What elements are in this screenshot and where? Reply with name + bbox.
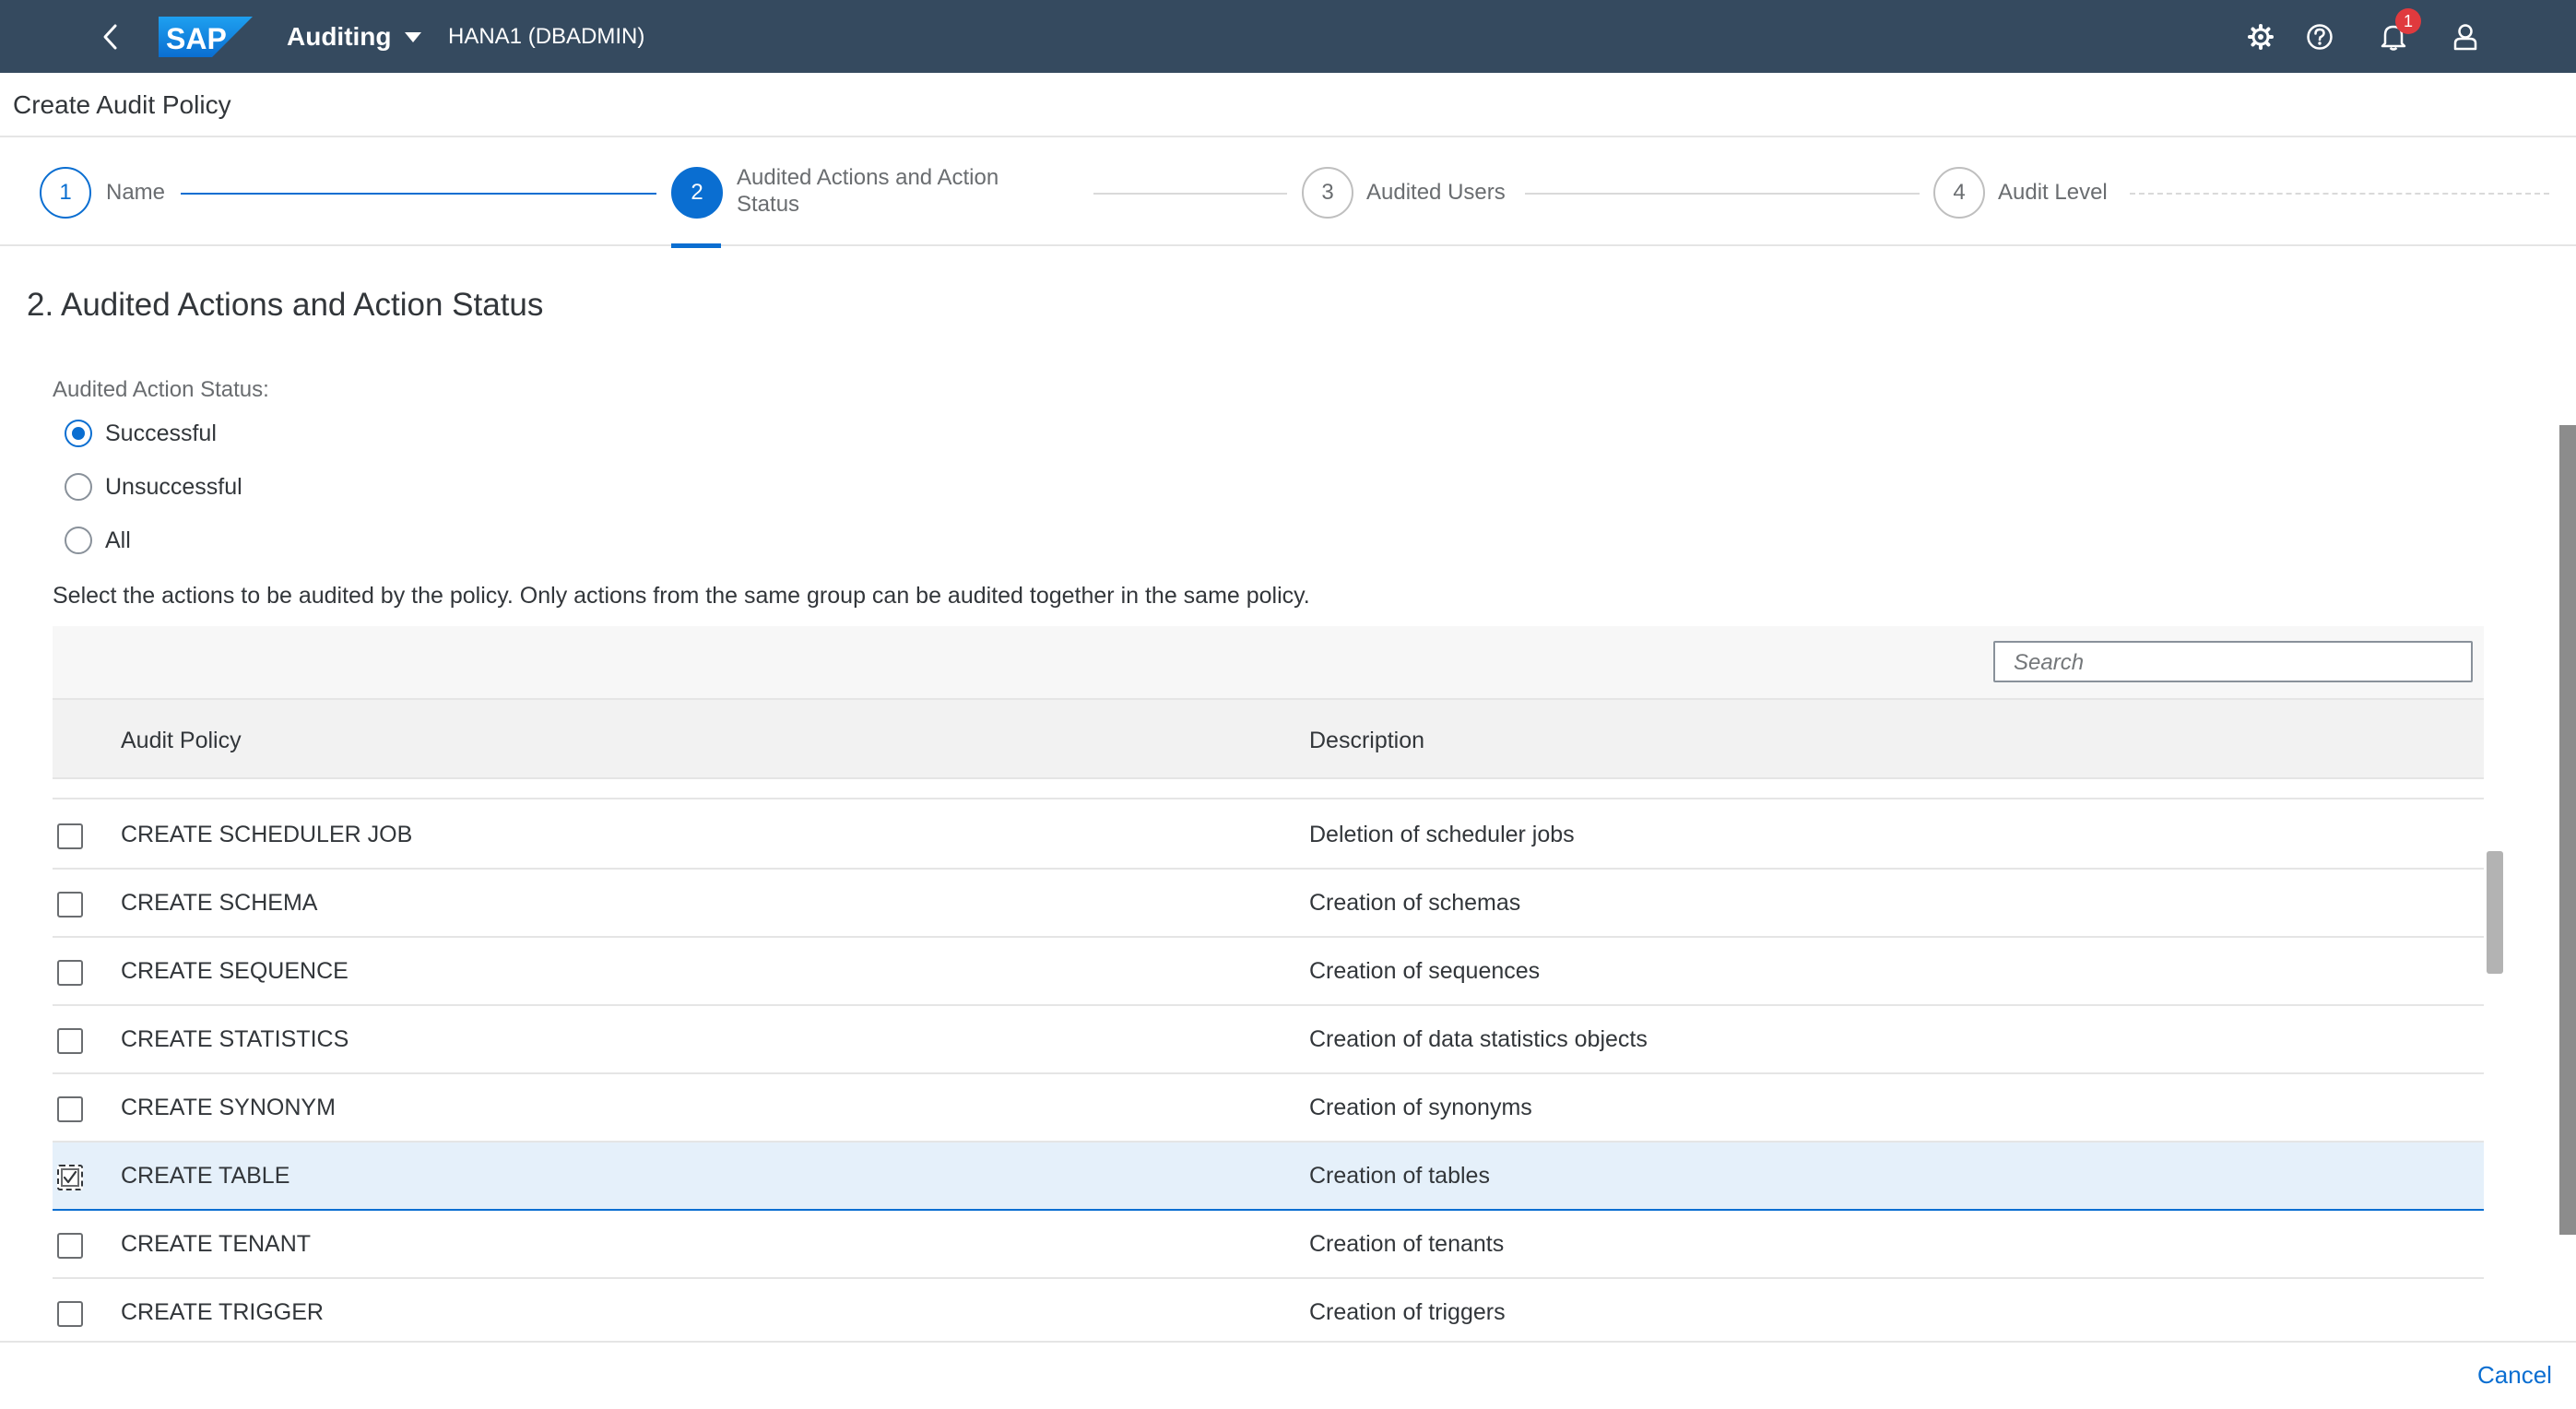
table-row-partial[interactable]	[53, 779, 2484, 799]
audit-policy-name: CREATE TENANT	[121, 1231, 312, 1257]
row-checkbox[interactable]	[57, 1096, 83, 1122]
section-title: 2. Audited Actions and Action Status	[27, 287, 544, 323]
row-checkbox[interactable]	[57, 892, 83, 918]
wizard-connector	[1525, 193, 1920, 195]
help-icon[interactable]	[2299, 17, 2340, 57]
audit-policy-name: CREATE SCHEMA	[121, 890, 318, 916]
notification-count-badge: 1	[2395, 8, 2421, 34]
row-checkbox[interactable]	[57, 1233, 83, 1259]
audit-policy-name: CREATE STATISTICS	[121, 1026, 349, 1052]
table-row[interactable]: CREATE SCHEMA Creation of schemas	[53, 870, 2484, 938]
wizard-step-3: 3	[1302, 167, 1353, 219]
radio-button[interactable]	[65, 527, 92, 554]
table-header: Audit Policy Description	[53, 698, 2484, 779]
shell-bar: SAP Auditing HANA1 (DBADMIN) 1	[0, 0, 2576, 73]
sap-logo[interactable]: SAP	[159, 17, 253, 57]
table-row[interactable]: CREATE SCHEDULER JOB Deletion of schedul…	[53, 801, 2484, 870]
settings-icon[interactable]	[2240, 17, 2281, 57]
row-checkbox[interactable]	[57, 960, 83, 986]
table-row[interactable]: CREATE TENANT Creation of tenants	[53, 1211, 2484, 1279]
back-icon[interactable]	[96, 20, 125, 53]
wizard-step-2[interactable]: 2	[671, 167, 723, 219]
audit-policy-name: CREATE TABLE	[121, 1163, 290, 1189]
radio-successful[interactable]: Successful	[65, 415, 217, 452]
row-checkbox[interactable]	[57, 1028, 83, 1054]
instruction-text: Select the actions to be audited by the …	[53, 583, 1310, 609]
wizard-step-4: 4	[1933, 167, 1985, 219]
table-row[interactable]: CREATE SEQUENCE Creation of sequences	[53, 938, 2484, 1006]
search-input[interactable]: Search	[1993, 641, 2473, 682]
wizard-step-2-label-line1: Audited Actions and Action	[737, 165, 999, 190]
table-row[interactable]: CREATE STATISTICS Creation of data stati…	[53, 1006, 2484, 1074]
wizard-connector	[1093, 193, 1287, 195]
checkmark-icon	[63, 1170, 77, 1184]
audit-policy-name: CREATE SEQUENCE	[121, 958, 349, 984]
wizard-step-2-label-line2: Status	[737, 192, 800, 217]
table-row[interactable]: CREATE SYNONYM Creation of synonyms	[53, 1074, 2484, 1143]
column-header-audit-policy[interactable]: Audit Policy	[121, 728, 242, 754]
page-header: Create Audit Policy	[0, 73, 2576, 137]
audit-policy-description: Creation of tables	[1309, 1163, 1490, 1189]
page-title: Create Audit Policy	[13, 90, 231, 119]
app-title: Auditing	[287, 22, 392, 51]
audit-policy-name: CREATE SCHEDULER JOB	[121, 822, 413, 847]
wizard-step-2-label: Audited Actions and Action Status	[737, 164, 998, 218]
user-icon[interactable]	[2445, 17, 2486, 57]
radio-unsuccessful[interactable]: Unsuccessful	[65, 468, 242, 505]
audit-policy-description: Creation of schemas	[1309, 890, 1521, 916]
wizard-connector	[2130, 193, 2549, 195]
wizard-step-1-label: Name	[106, 180, 166, 205]
column-header-description[interactable]: Description	[1309, 728, 1424, 754]
app-title-menu[interactable]: Auditing	[287, 18, 421, 55]
action-status-label: Audited Action Status:	[53, 377, 269, 402]
row-checkbox[interactable]	[57, 1301, 83, 1327]
audit-policy-description: Creation of synonyms	[1309, 1095, 1532, 1120]
page-scrollbar[interactable]	[2559, 425, 2576, 1235]
radio-label: Successful	[105, 420, 217, 446]
audit-policy-description: Deletion of scheduler jobs	[1309, 822, 1575, 847]
active-step-indicator	[671, 243, 721, 248]
table-row[interactable]: CREATE TRIGGER Creation of triggers	[53, 1279, 2484, 1342]
wizard-progress: 1 Name 2 Audited Actions and Action Stat…	[0, 139, 2576, 248]
radio-all[interactable]: All	[65, 522, 131, 559]
caret-down-icon	[404, 31, 421, 42]
cancel-button[interactable]: Cancel	[2477, 1361, 2552, 1390]
table-row-selected[interactable]: CREATE TABLE Creation of tables	[53, 1143, 2484, 1211]
row-checkbox[interactable]	[57, 823, 83, 849]
radio-label: All	[105, 527, 131, 553]
audit-policy-name: CREATE TRIGGER	[121, 1299, 324, 1325]
radio-label: Unsuccessful	[105, 473, 242, 500]
footer-bar: Cancel	[0, 1341, 2576, 1409]
audit-policy-description: Creation of triggers	[1309, 1299, 1506, 1325]
table-body: CREATE SCHEDULER JOB Deletion of schedul…	[53, 779, 2484, 1342]
radio-button-checked[interactable]	[65, 420, 92, 447]
row-checkbox-checked[interactable]	[57, 1165, 83, 1190]
radio-button[interactable]	[65, 473, 92, 501]
wizard-step-3-label: Audited Users	[1366, 180, 1506, 205]
audit-policy-description: Creation of data statistics objects	[1309, 1026, 1648, 1052]
wizard-connector	[181, 193, 656, 195]
audit-policy-description: Creation of sequences	[1309, 958, 1541, 984]
audit-policy-description: Creation of tenants	[1309, 1231, 1505, 1257]
wizard-step-1[interactable]: 1	[40, 167, 91, 219]
svg-text:SAP: SAP	[166, 22, 227, 55]
audit-policy-name: CREATE SYNONYM	[121, 1095, 336, 1120]
table-scrollbar-thumb[interactable]	[2487, 851, 2503, 974]
wizard-step-4-label: Audit Level	[1998, 180, 2108, 205]
system-info: HANA1 (DBADMIN)	[448, 24, 645, 49]
